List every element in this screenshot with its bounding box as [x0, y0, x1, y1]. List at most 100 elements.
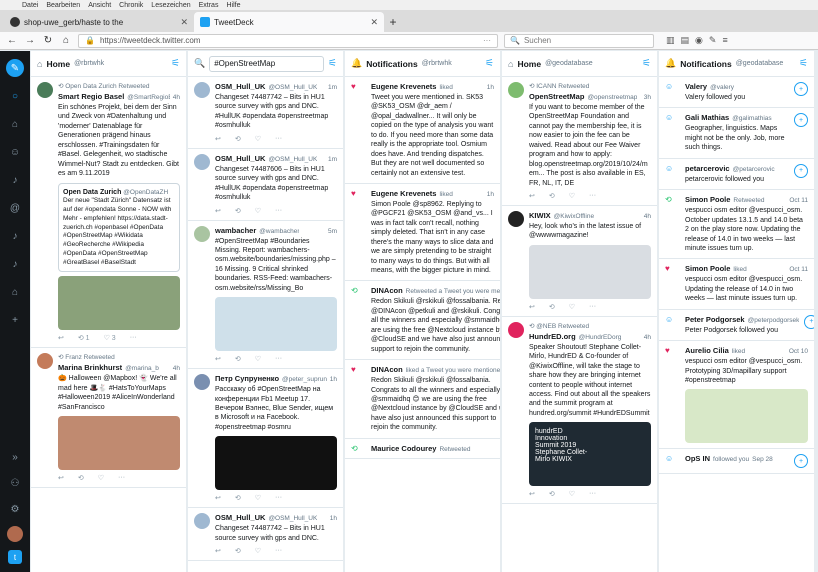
tweet-media-image[interactable]	[58, 276, 180, 331]
tweet-media-image[interactable]	[529, 244, 651, 299]
reply-icon[interactable]: ↩	[529, 192, 535, 200]
tweet-time[interactable]: 4h	[644, 334, 651, 341]
tweet-item[interactable]: ⟲ Franz Retweeted Marina Brinkhurst @marin…	[31, 348, 186, 489]
at-icon[interactable]: @	[6, 199, 24, 217]
tweet-time[interactable]: 4h	[644, 213, 651, 220]
author-name[interactable]: Marina Brinkhurst	[58, 363, 122, 372]
like-icon[interactable]: ♡	[255, 547, 261, 555]
search-icon[interactable]: ○	[6, 87, 24, 105]
tweet-item[interactable]: Петр Супруненко @peter_suprun 1h Расскажу о…	[188, 369, 343, 509]
author-name[interactable]: Aurelio Cilia	[685, 346, 729, 355]
tweet-media-image[interactable]	[58, 416, 180, 471]
settings-icon[interactable]: ⚙	[6, 500, 24, 518]
notification-item[interactable]: ⟲ DINAconRetweeted a Tweet you were menti…	[345, 281, 500, 361]
tweet-time[interactable]: 4h	[173, 365, 180, 372]
notification-item[interactable]: ♥ DINAconliked a Tweet you were mentioned…	[345, 360, 500, 439]
reply-icon[interactable]: ↩	[215, 547, 221, 555]
avatar[interactable]	[37, 353, 53, 370]
author-name[interactable]: Eugene Krevenets	[371, 189, 436, 198]
browser-search-field[interactable]: 🔍 Suchen	[504, 33, 654, 48]
author-name[interactable]: DINAcon	[371, 365, 403, 374]
extension-icon[interactable]: ◉	[695, 35, 703, 46]
tweet-time[interactable]: 4h	[173, 94, 180, 101]
tweet-media-image[interactable]	[215, 297, 337, 352]
column-settings-icon[interactable]: ⚟	[171, 58, 180, 69]
avatar[interactable]	[508, 82, 524, 98]
column-settings-icon[interactable]: ⚟	[799, 58, 808, 69]
avatar[interactable]	[194, 513, 210, 530]
reply-icon[interactable]: ↩	[529, 490, 535, 498]
tweet-item[interactable]: KIWIX @KiwixOffline 4h Hey, look who's in t…	[502, 206, 657, 317]
like-icon[interactable]: ♡	[98, 474, 104, 482]
notification-item[interactable]: ♥ Aurelio Cilia liked Oct 10 vespucci osm ed…	[659, 341, 814, 450]
user-icon[interactable]: ☺	[6, 143, 24, 161]
column-settings-icon[interactable]: ⚟	[642, 58, 651, 69]
list-icon[interactable]: ⌂	[6, 283, 24, 301]
author-name[interactable]: HundrED.org	[529, 332, 576, 341]
author-name[interactable]: Maurice Codourey	[371, 444, 436, 453]
tweet-time[interactable]: 1h	[487, 84, 494, 91]
tweet-time[interactable]: 1h	[330, 376, 337, 383]
avatar[interactable]	[194, 82, 210, 98]
author-name[interactable]: Smart Regio Basel	[58, 92, 124, 101]
column-settings-icon[interactable]: ⚟	[328, 58, 337, 69]
author-name[interactable]: OpenStreetMap	[529, 92, 584, 101]
like-icon[interactable]: ♡	[569, 303, 575, 311]
author-name[interactable]: Eugene Krevenets	[371, 82, 436, 91]
author-name[interactable]: OSM_Hull_UK	[215, 154, 265, 163]
retweet-icon[interactable]: ⟲	[549, 490, 555, 498]
forward-button[interactable]: →	[24, 35, 36, 47]
quoted-tweet[interactable]: Open Data Zurich @OpenDataZH Der neue "St…	[58, 182, 180, 273]
bell-icon-2[interactable]: ♪	[6, 227, 24, 245]
accounts-icon[interactable]: ⚇	[6, 474, 24, 492]
author-name[interactable]: DINAcon	[371, 286, 403, 295]
avatar[interactable]	[194, 153, 210, 170]
more-icon[interactable]: ···	[118, 474, 125, 482]
like-icon[interactable]: ♡	[569, 490, 575, 498]
like-icon[interactable]: ♡	[255, 135, 261, 143]
avatar[interactable]	[194, 225, 210, 242]
more-icon[interactable]: ···	[275, 207, 282, 215]
tweet-time[interactable]: Oct 11	[789, 266, 808, 273]
more-icon[interactable]: ···	[275, 494, 282, 502]
follow-button[interactable]: +	[794, 82, 808, 96]
reply-icon[interactable]: ↩	[529, 303, 535, 311]
more-icon[interactable]: ···	[589, 490, 596, 498]
page-actions-icon[interactable]: ···	[483, 36, 491, 45]
bell-icon-3[interactable]: ♪	[6, 255, 24, 273]
tweet-item[interactable]: ⟲ Open Data Zurich Retweeted Smart Regio …	[31, 77, 186, 349]
reload-button[interactable]: ↻	[42, 35, 54, 47]
author-name[interactable]: Петр Супруненко	[215, 374, 279, 383]
menu-item-2[interactable]: Ansicht	[88, 2, 111, 9]
more-icon[interactable]: ···	[130, 334, 137, 342]
home-icon[interactable]: ⌂	[6, 115, 24, 133]
tweet-time[interactable]: 1m	[328, 156, 337, 163]
tweet-time[interactable]: Oct 11	[789, 197, 808, 204]
avatar[interactable]	[194, 374, 210, 391]
reply-icon[interactable]: ↩	[215, 207, 221, 215]
tweet-time[interactable]: 3h	[644, 94, 651, 101]
author-name[interactable]: Simon Poole	[685, 264, 730, 273]
retweet-icon[interactable]: ⟲	[235, 135, 241, 143]
reply-icon[interactable]: ↩	[215, 355, 221, 363]
retweet-icon[interactable]: ⟲	[549, 192, 555, 200]
notification-item[interactable]: ⟲ Simon Poole Retweeted Oct 11 vespucci osm …	[659, 190, 814, 260]
avatar[interactable]	[508, 321, 524, 338]
follow-button[interactable]: +	[794, 454, 808, 469]
column-search-input[interactable]: #OpenStreetMap	[209, 55, 325, 72]
like-icon[interactable]: ♡	[255, 355, 261, 363]
reply-icon[interactable]: ↩	[58, 334, 64, 342]
menu-item-3[interactable]: Chronik	[119, 2, 143, 9]
notification-item[interactable]: ☺ Gali Mathias @galimathias Geographer, lin…	[659, 108, 814, 159]
tweet-time[interactable]: 1m	[328, 84, 337, 91]
tweet-time[interactable]: 1h	[330, 515, 337, 522]
tweet-media-image[interactable]	[215, 436, 337, 491]
tab-github[interactable]: shop-uwe_gerb/haste to the ✕	[4, 12, 194, 32]
tweet-item[interactable]: OSM_Hull_UK @OSM_Hull_UK 1m Changeset 74487…	[188, 149, 343, 221]
avatar[interactable]	[508, 210, 524, 227]
retweet-icon[interactable]: ⟲	[235, 207, 241, 215]
author-name[interactable]: Simon Poole	[685, 195, 730, 204]
notification-item[interactable]: ☺ Peter Podgorsek @peterpodgorsek Peter Pod…	[659, 310, 814, 342]
like-icon[interactable]: ♡	[569, 192, 575, 200]
notification-item[interactable]: ☺ petarcerovic @petarcerovic petarcerovic f…	[659, 159, 814, 191]
